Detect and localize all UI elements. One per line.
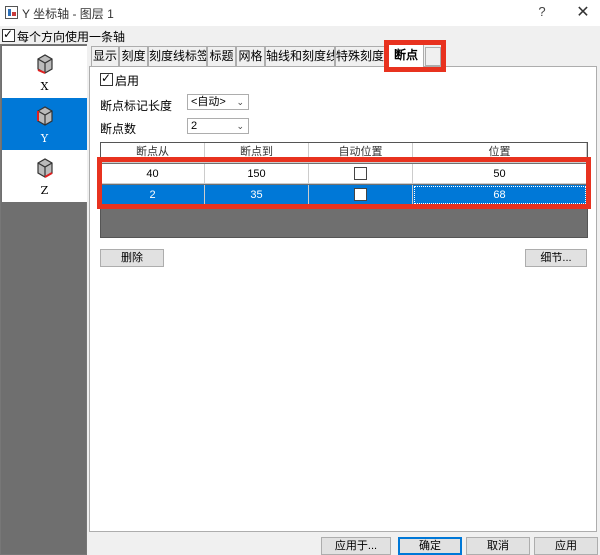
enable-breaks-label: 启用 bbox=[115, 74, 140, 88]
break-mark-length-value: <自动> bbox=[191, 96, 226, 108]
enable-breaks-checkbox[interactable] bbox=[100, 71, 113, 86]
apply-to-button[interactable]: 应用于... bbox=[321, 537, 391, 555]
help-button[interactable]: ? bbox=[534, 4, 550, 19]
axis-label-y: Y bbox=[40, 132, 49, 145]
tab-special-ticks[interactable]: 特殊刻度线 bbox=[335, 46, 388, 66]
close-button[interactable]: ✕ bbox=[574, 2, 592, 22]
one-axis-per-direction-checkbox[interactable] bbox=[2, 27, 15, 42]
chevron-down-icon: ⌄ bbox=[236, 97, 244, 107]
tab-tick-labels[interactable]: 刻度线标签 bbox=[148, 46, 207, 66]
highlight-box-tab bbox=[384, 40, 446, 72]
break-mark-length-dropdown[interactable]: <自动> ⌄ bbox=[187, 94, 249, 110]
axis-label-z: Z bbox=[40, 184, 49, 197]
axis-list: X Y Z bbox=[0, 44, 87, 555]
axis-item-y[interactable]: Y bbox=[2, 98, 87, 150]
cube-y-icon bbox=[37, 106, 53, 126]
window-title: Y 坐标轴 - 图层 1 bbox=[22, 7, 114, 21]
cube-z-icon bbox=[37, 158, 53, 178]
tab-display[interactable]: 显示 bbox=[91, 46, 119, 66]
break-count-value: 2 bbox=[191, 120, 198, 132]
break-count-dropdown[interactable]: 2 ⌄ bbox=[187, 118, 249, 134]
tab-grids[interactable]: 网格 bbox=[236, 46, 265, 66]
details-button[interactable]: 细节... bbox=[525, 249, 587, 267]
break-count-label: 断点数 bbox=[100, 122, 137, 136]
tab-line-and-ticks[interactable]: 轴线和刻度线 bbox=[265, 46, 335, 66]
highlight-box-rows bbox=[97, 157, 591, 209]
tab-content-panel bbox=[89, 66, 597, 532]
chevron-down-icon: ⌄ bbox=[236, 121, 244, 131]
axis-label-x: X bbox=[40, 80, 49, 93]
tab-title[interactable]: 标题 bbox=[207, 46, 236, 66]
cube-x-icon bbox=[37, 54, 53, 74]
delete-button[interactable]: 删除 bbox=[100, 249, 164, 267]
cancel-button[interactable]: 取消 bbox=[466, 537, 530, 555]
apply-button[interactable]: 应用 bbox=[534, 537, 598, 555]
tab-scale[interactable]: 刻度 bbox=[119, 46, 148, 66]
break-mark-length-label: 断点标记长度 bbox=[100, 99, 173, 113]
ok-button[interactable]: 确定 bbox=[398, 537, 462, 555]
axis-item-z[interactable]: Z bbox=[2, 150, 87, 202]
one-axis-per-direction-label: 每个方向使用一条轴 bbox=[17, 30, 126, 44]
app-icon bbox=[5, 6, 18, 19]
axis-item-x[interactable]: X bbox=[2, 46, 87, 98]
